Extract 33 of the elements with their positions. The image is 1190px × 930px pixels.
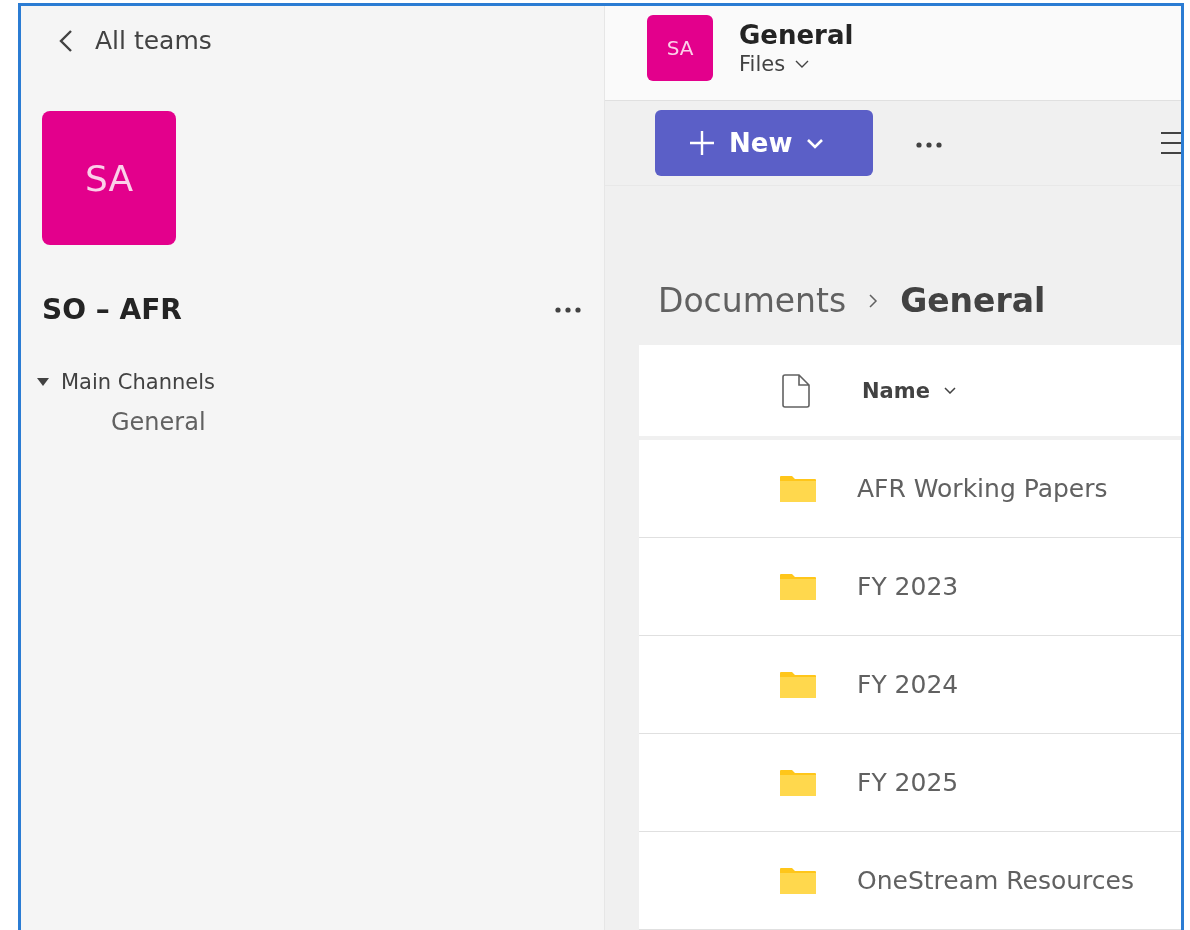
file-name[interactable]: FY 2024: [857, 670, 959, 699]
folder-icon: [779, 768, 817, 797]
breadcrumb-item[interactable]: General: [900, 281, 1046, 321]
name-column-header[interactable]: Name: [862, 378, 956, 403]
list-view-icon[interactable]: [1161, 130, 1181, 157]
folder-icon: [779, 572, 817, 601]
team-name: SO – AFR: [42, 293, 182, 326]
plus-icon: [689, 130, 715, 157]
folder-icon: [779, 474, 817, 503]
channel-avatar: SA: [647, 15, 713, 81]
chevron-down-icon: [795, 59, 810, 68]
channel-item[interactable]: General: [111, 406, 206, 438]
team-avatar: SA: [42, 111, 176, 245]
file-name[interactable]: FY 2025: [857, 768, 959, 797]
file-name[interactable]: FY 2023: [857, 572, 959, 601]
back-chevron-icon[interactable]: [59, 28, 73, 53]
more-options-icon[interactable]: [915, 140, 943, 149]
breadcrumb-chevron-icon: [868, 292, 879, 309]
files-tab-dropdown[interactable]: Files: [739, 51, 810, 76]
more-options-icon[interactable]: [554, 305, 582, 314]
channel-group-label[interactable]: Main Channels: [61, 370, 215, 394]
chevron-down-icon: [943, 387, 956, 394]
channel-title: General: [739, 19, 854, 50]
folder-icon: [779, 866, 817, 895]
all-teams-link[interactable]: All teams: [95, 26, 212, 55]
expanded-triangle-icon[interactable]: [37, 377, 49, 387]
new-button[interactable]: New: [655, 110, 873, 177]
file-name[interactable]: OneStream Resources: [857, 866, 1134, 895]
chevron-down-icon: [806, 137, 825, 149]
file-type-icon: [782, 373, 810, 408]
folder-icon: [779, 670, 817, 699]
breadcrumb-item[interactable]: Documents: [658, 281, 847, 321]
file-name[interactable]: AFR Working Papers: [857, 474, 1108, 503]
